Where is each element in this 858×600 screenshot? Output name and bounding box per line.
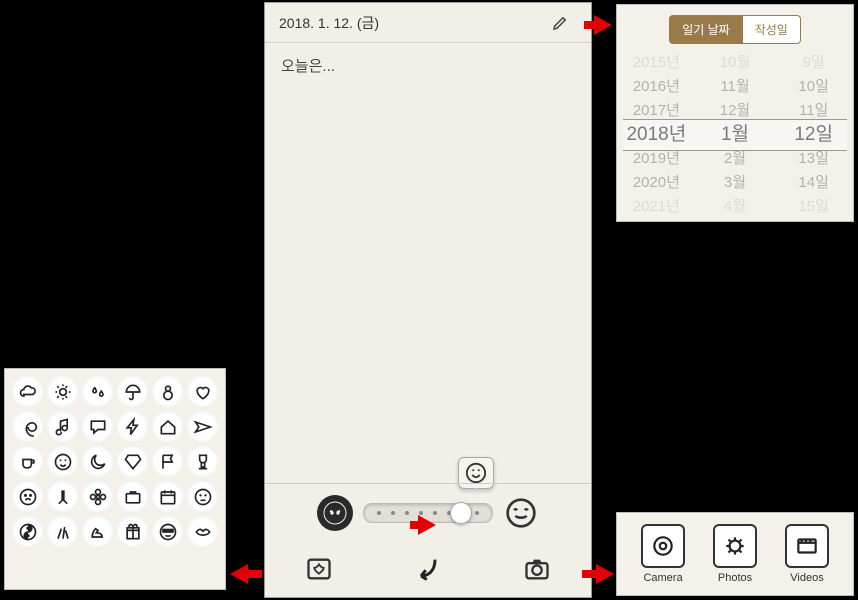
sticker-gift[interactable]: [116, 515, 149, 548]
sticker-umbrella[interactable]: [116, 375, 149, 408]
media-videos[interactable]: Videos: [780, 524, 834, 584]
sticker-face-annoyed[interactable]: [186, 480, 219, 513]
sticker-diamond[interactable]: [116, 445, 149, 478]
sticker-house[interactable]: [151, 410, 184, 443]
arrow-to-stickers: [230, 564, 248, 584]
sticker-swirl[interactable]: [11, 410, 44, 443]
sticker-flower[interactable]: [81, 480, 114, 513]
sticker-praying-hands[interactable]: [46, 480, 79, 513]
camera-icon: [641, 524, 685, 568]
sticker-briefcase[interactable]: [116, 480, 149, 513]
tab-written-date[interactable]: 작성일: [743, 15, 801, 44]
diary-body-text[interactable]: 오늘은...: [265, 43, 591, 483]
sticker-airplane[interactable]: [186, 410, 219, 443]
media-camera[interactable]: Camera: [636, 524, 690, 584]
sticker-arm-flex[interactable]: [81, 515, 114, 548]
sticker-paint-brushes[interactable]: [46, 515, 79, 548]
media-panel: Camera Photos Videos: [616, 512, 854, 596]
sticker-music-note[interactable]: [46, 410, 79, 443]
sticker-face-sad[interactable]: [11, 480, 44, 513]
sticker-lightning[interactable]: [116, 410, 149, 443]
sticker-water-drops[interactable]: [81, 375, 114, 408]
sticker-coffee-cup[interactable]: [11, 445, 44, 478]
sticker-heart[interactable]: [186, 375, 219, 408]
day-wheel[interactable]: 9일 10일 11일 12일 13일 14일 15일: [774, 50, 853, 220]
sticker-trophy[interactable]: [186, 445, 219, 478]
diary-footer: [265, 541, 591, 597]
date-picker-wheels[interactable]: 2015년 2016년 2017년 2018년 2019년 2020년 2021…: [617, 50, 853, 220]
arrow-to-datepicker: [594, 15, 612, 35]
sticker-button[interactable]: [302, 552, 336, 586]
date-picker-tabs: 일기 날짜 작성일: [617, 5, 853, 50]
sticker-calendar[interactable]: [151, 480, 184, 513]
sticker-face-amused[interactable]: [46, 445, 79, 478]
arrow-mood-center: [418, 515, 436, 535]
sticker-lips[interactable]: [186, 515, 219, 548]
back-button[interactable]: [411, 552, 445, 586]
diary-panel: 2018. 1. 12. (금) 오늘은...: [264, 2, 592, 598]
sticker-flag[interactable]: [151, 445, 184, 478]
photos-icon: [713, 524, 757, 568]
sticker-sun[interactable]: [46, 375, 79, 408]
month-wheel[interactable]: 10월 11월 12월 1월 2월 3월 4월: [696, 50, 775, 220]
sticker-moon[interactable]: [81, 445, 114, 478]
videos-icon: [785, 524, 829, 568]
sticker-yin-yang[interactable]: [11, 515, 44, 548]
mood-slider-thumb[interactable]: [450, 502, 472, 524]
date-picker-panel: 일기 날짜 작성일 2015년 2016년 2017년 2018년 2019년 …: [616, 4, 854, 222]
mood-angry-icon: [317, 495, 353, 531]
diary-date: 2018. 1. 12. (금): [279, 13, 379, 33]
diary-header: 2018. 1. 12. (금): [265, 3, 591, 43]
sticker-face-cool[interactable]: [151, 515, 184, 548]
arrow-to-media: [596, 564, 614, 584]
media-photos[interactable]: Photos: [708, 524, 762, 584]
camera-button[interactable]: [520, 552, 554, 586]
sticker-snowman[interactable]: [151, 375, 184, 408]
year-wheel[interactable]: 2015년 2016년 2017년 2018년 2019년 2020년 2021…: [617, 50, 696, 220]
edit-date-button[interactable]: [543, 6, 577, 40]
sticker-cloud[interactable]: [11, 375, 44, 408]
sticker-panel: [4, 368, 226, 590]
mood-happy-icon: [503, 495, 539, 531]
tab-diary-date[interactable]: 일기 날짜: [669, 15, 743, 44]
sticker-speech-bubble[interactable]: [81, 410, 114, 443]
